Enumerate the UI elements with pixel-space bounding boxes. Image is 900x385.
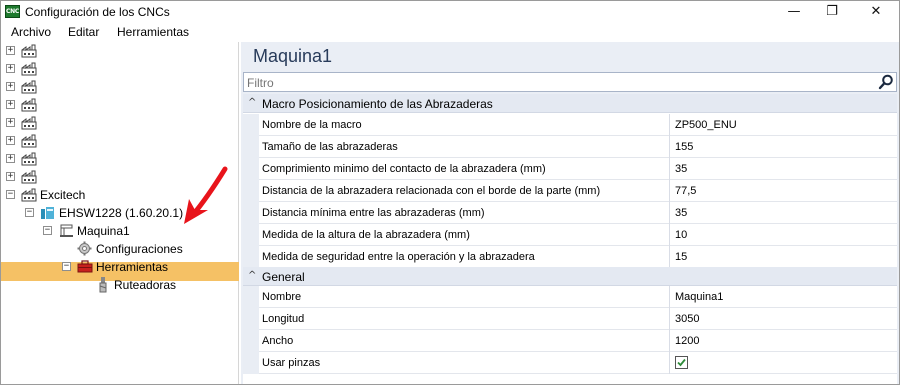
app-icon: CNC: [5, 5, 20, 18]
property-row[interactable]: Tamaño de las abrazaderas 155: [243, 136, 897, 158]
properties-pane: Maquina1 ^ Macro Posicionamiento de las …: [241, 42, 899, 384]
machine-icon: [60, 224, 73, 237]
property-name: Distancia mínima entre las abrazaderas (…: [262, 207, 485, 219]
property-value[interactable]: Maquina1: [675, 291, 723, 303]
category-macro-abrazaderas[interactable]: ^ Macro Posicionamiento de las Abrazader…: [243, 94, 897, 113]
property-value[interactable]: 15: [675, 251, 687, 263]
property-value[interactable]: 77,5: [675, 185, 696, 197]
property-name: Usar pinzas: [262, 357, 321, 369]
property-row[interactable]: Ancho 1200: [243, 330, 897, 352]
property-name: Nombre de la macro: [262, 119, 362, 131]
tree-node-collapsed[interactable]: +: [1, 60, 239, 78]
restore-button[interactable]: ❐: [809, 1, 855, 23]
property-name: Longitud: [262, 313, 305, 325]
category-label: General: [262, 270, 305, 284]
title-bar: CNC Configuración de los CNCs — ❐ ✕: [1, 1, 899, 23]
collapse-toggle[interactable]: −: [6, 190, 15, 199]
collapse-toggle[interactable]: −: [43, 226, 52, 235]
property-name: Medida de la altura de la abrazadera (mm…: [262, 229, 470, 241]
property-value[interactable]: 10: [675, 229, 687, 241]
checkmark-icon: [677, 358, 686, 367]
expand-toggle[interactable]: +: [6, 154, 15, 163]
property-name: Tamaño de las abrazaderas: [262, 141, 398, 153]
property-row[interactable]: Nombre de la macro ZP500_ENU: [243, 114, 897, 136]
tree-label-ehsw1228: EHSW1228 (1.60.20.1): [59, 206, 184, 220]
toolbox-icon: [77, 260, 93, 273]
factory-icon: [21, 170, 37, 184]
expand-toggle[interactable]: +: [6, 136, 15, 145]
factory-icon: [21, 98, 37, 112]
collapse-chevron-icon[interactable]: ^: [248, 97, 256, 108]
tree-node-collapsed[interactable]: +: [1, 78, 239, 96]
property-value[interactable]: ZP500_ENU: [675, 119, 737, 131]
tree-node-collapsed[interactable]: +: [1, 42, 239, 60]
factory-icon: [21, 62, 37, 76]
property-value[interactable]: 3050: [675, 313, 699, 325]
tree-node-collapsed[interactable]: +: [1, 114, 239, 132]
property-row[interactable]: Medida de la altura de la abrazadera (mm…: [243, 224, 897, 246]
property-name: Comprimiento minimo del contacto de la a…: [262, 163, 546, 175]
menu-herramientas[interactable]: Herramientas: [117, 25, 189, 39]
property-row[interactable]: Distancia de la abrazadera relacionada c…: [243, 180, 897, 202]
menu-bar: Archivo Editar Herramientas: [1, 23, 899, 42]
property-row[interactable]: Medida de seguridad entre la operación y…: [243, 246, 897, 268]
panel-title: Maquina1: [253, 46, 333, 66]
factory-icon: [21, 116, 37, 130]
category-general[interactable]: ^ General: [243, 267, 897, 286]
tree-label-maquina1: Maquina1: [77, 224, 130, 238]
tree-label-ruteadoras: Ruteadoras: [114, 278, 177, 292]
property-name: Medida de seguridad entre la operación y…: [262, 251, 535, 263]
factory-icon: [21, 134, 37, 148]
property-row-usar-pinzas: Usar pinzas: [243, 352, 897, 374]
main-window: CNC Configuración de los CNCs — ❐ ✕ Arch…: [0, 0, 900, 385]
expand-toggle[interactable]: +: [6, 82, 15, 91]
menu-editar[interactable]: Editar: [68, 25, 99, 39]
window-title: Configuración de los CNCs: [25, 5, 170, 19]
factory-icon: [21, 44, 37, 58]
search-icon[interactable]: [878, 74, 894, 90]
expand-toggle[interactable]: +: [6, 46, 15, 55]
property-row[interactable]: Longitud 3050: [243, 308, 897, 330]
tree-label-excitech: Excitech: [40, 188, 86, 202]
property-name: Ancho: [262, 335, 294, 347]
tree-label-herramientas: Herramientas: [96, 260, 169, 274]
filter-box: [243, 72, 897, 92]
category-label: Macro Posicionamiento de las Abrazaderas: [262, 97, 493, 111]
expand-toggle[interactable]: +: [6, 172, 15, 181]
expand-toggle[interactable]: +: [6, 100, 15, 109]
property-name: Nombre: [262, 291, 302, 303]
property-value[interactable]: 155: [675, 141, 693, 153]
annotation-arrow: [184, 166, 228, 224]
property-value[interactable]: 35: [675, 163, 687, 175]
factory-icon: [21, 188, 37, 202]
tree-node-collapsed[interactable]: +: [1, 132, 239, 150]
property-row[interactable]: Comprimiento minimo del contacto de la a…: [243, 158, 897, 180]
factory-icon: [21, 152, 37, 166]
tree-node-ruteadoras[interactable]: Ruteadoras: [1, 276, 239, 294]
close-button[interactable]: ✕: [853, 1, 899, 23]
gear-icon: [77, 241, 92, 256]
factory-icon: [21, 80, 37, 94]
property-grid: ^ Macro Posicionamiento de las Abrazader…: [243, 94, 897, 384]
filter-input[interactable]: [247, 75, 867, 90]
property-row[interactable]: Distancia mínima entre las abrazaderas (…: [243, 202, 897, 224]
collapse-chevron-icon[interactable]: ^: [248, 270, 256, 281]
property-value[interactable]: 1200: [675, 335, 699, 347]
tree-label-configuraciones: Configuraciones: [96, 242, 183, 256]
usar-pinzas-checkbox[interactable]: [675, 356, 688, 369]
cnc-model-icon: [41, 207, 54, 219]
property-value[interactable]: 35: [675, 207, 687, 219]
expand-toggle[interactable]: +: [6, 64, 15, 73]
menu-archivo[interactable]: Archivo: [11, 25, 51, 39]
expand-toggle[interactable]: +: [6, 118, 15, 127]
property-name: Distancia de la abrazadera relacionada c…: [262, 185, 601, 197]
collapse-toggle[interactable]: −: [62, 262, 71, 271]
tree-node-herramientas[interactable]: − Herramientas: [1, 258, 239, 276]
tree-node-configuraciones[interactable]: Configuraciones: [1, 240, 239, 258]
router-bit-icon: [99, 277, 107, 293]
property-row[interactable]: Nombre Maquina1: [243, 286, 897, 308]
tree-node-collapsed[interactable]: +: [1, 96, 239, 114]
collapse-toggle[interactable]: −: [25, 208, 34, 217]
